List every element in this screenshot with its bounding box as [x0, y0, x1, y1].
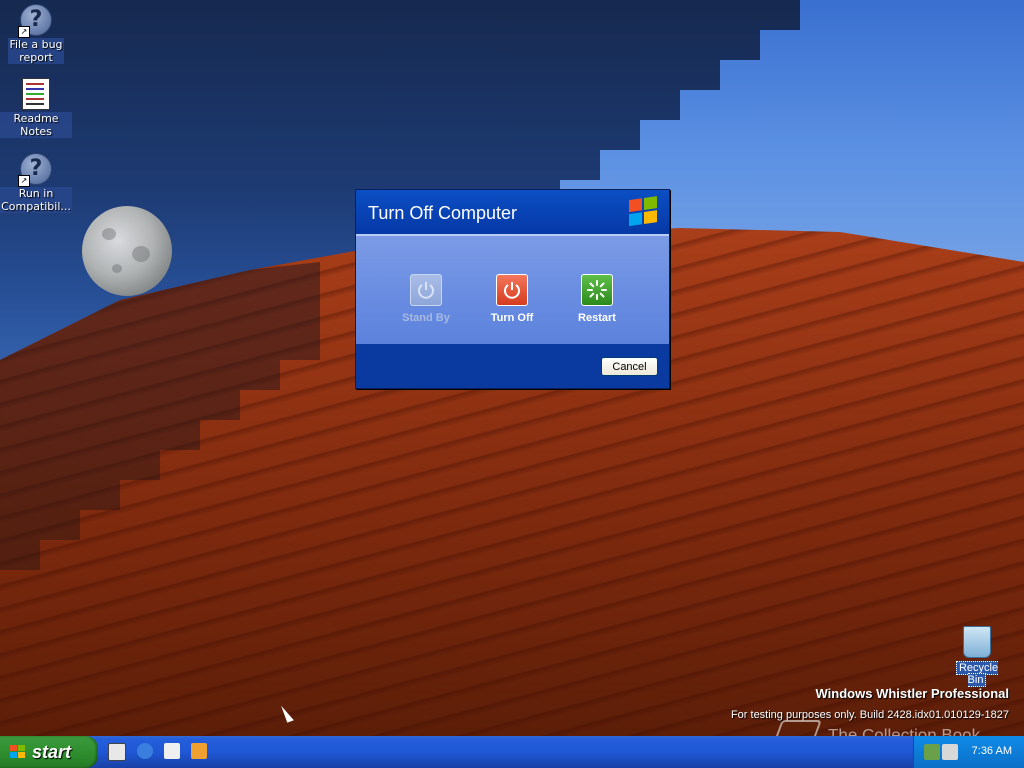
desktop-icon-label: File a bug: [9, 38, 63, 51]
book-icon: [770, 720, 822, 736]
shortcut-arrow-icon: ↗: [18, 175, 30, 187]
tray-app-icon[interactable]: [942, 744, 958, 760]
windows-logo-icon: [10, 745, 26, 759]
watermark: The Collection Book: [770, 720, 981, 736]
desktop-icon-run-in-compatibility[interactable]: ? ↗ Run in Compatibil...: [0, 153, 72, 213]
taskbar: start 7:36 AM: [0, 736, 1024, 768]
internet-explorer-icon[interactable]: [137, 743, 154, 759]
desktop-icon-readme-notes[interactable]: Readme Notes: [0, 78, 72, 138]
stand-by-option[interactable]: Stand By: [386, 274, 466, 324]
desktop-icon-label: Readme Notes: [13, 112, 59, 138]
recycle-bin-label: Recycle Bin: [955, 661, 999, 687]
desktop-icon-label: Run in: [18, 187, 54, 200]
recycle-bin[interactable]: Recycle Bin: [946, 626, 1008, 687]
restart-icon: [581, 274, 613, 306]
desktop-icon-file-a-bug-report[interactable]: ? ↗ File a bug report: [0, 4, 72, 64]
dialog-titlebar[interactable]: Turn Off Computer: [356, 190, 669, 236]
turn-off-label: Turn Off: [490, 312, 534, 324]
shortcut-arrow-icon: ↗: [18, 26, 30, 38]
quick-launch-bar: [108, 743, 213, 762]
readme-notes-icon: [20, 78, 52, 110]
desktop-icon-label: Compatibil...: [1, 200, 71, 213]
cancel-button[interactable]: Cancel: [601, 357, 658, 376]
help-shortcut-icon: ? ↗: [18, 4, 52, 38]
system-tray: 7:36 AM: [913, 736, 1024, 768]
media-player-icon[interactable]: [191, 743, 208, 759]
standby-power-icon: [410, 274, 442, 306]
desktop-icon-label: report: [19, 51, 53, 64]
dialog-title: Turn Off Computer: [368, 203, 518, 223]
os-edition-title: Windows Whistler Professional: [815, 686, 1009, 701]
stand-by-label: Stand By: [402, 312, 450, 324]
start-button[interactable]: start: [0, 736, 98, 768]
watermark-text: The Collection Book: [828, 725, 981, 736]
restart-label: Restart: [578, 312, 616, 324]
turn-off-option[interactable]: Turn Off: [472, 274, 552, 324]
recycle-bin-icon: [963, 626, 991, 658]
turn-off-dialog: Turn Off Computer Stand By Turn Off Rest…: [355, 189, 670, 389]
show-desktop-icon[interactable]: [108, 743, 126, 761]
branding: Windows Whistler Professional For testin…: [731, 686, 1009, 721]
help-shortcut-icon: ? ↗: [18, 153, 52, 187]
start-label: start: [32, 742, 72, 762]
desktop: ? ↗ File a bug report Readme Notes ? ↗ Ru…: [0, 0, 1024, 736]
windows-logo-icon: [629, 196, 659, 228]
dialog-body: Stand By Turn Off Restart: [356, 236, 669, 344]
network-icon[interactable]: [924, 744, 940, 760]
restart-option[interactable]: Restart: [557, 274, 637, 324]
outlook-express-icon[interactable]: [164, 743, 181, 759]
moon-image: [82, 206, 172, 296]
dialog-footer: Cancel: [356, 344, 669, 388]
clock[interactable]: 7:36 AM: [972, 745, 1012, 757]
power-icon: [496, 274, 528, 306]
